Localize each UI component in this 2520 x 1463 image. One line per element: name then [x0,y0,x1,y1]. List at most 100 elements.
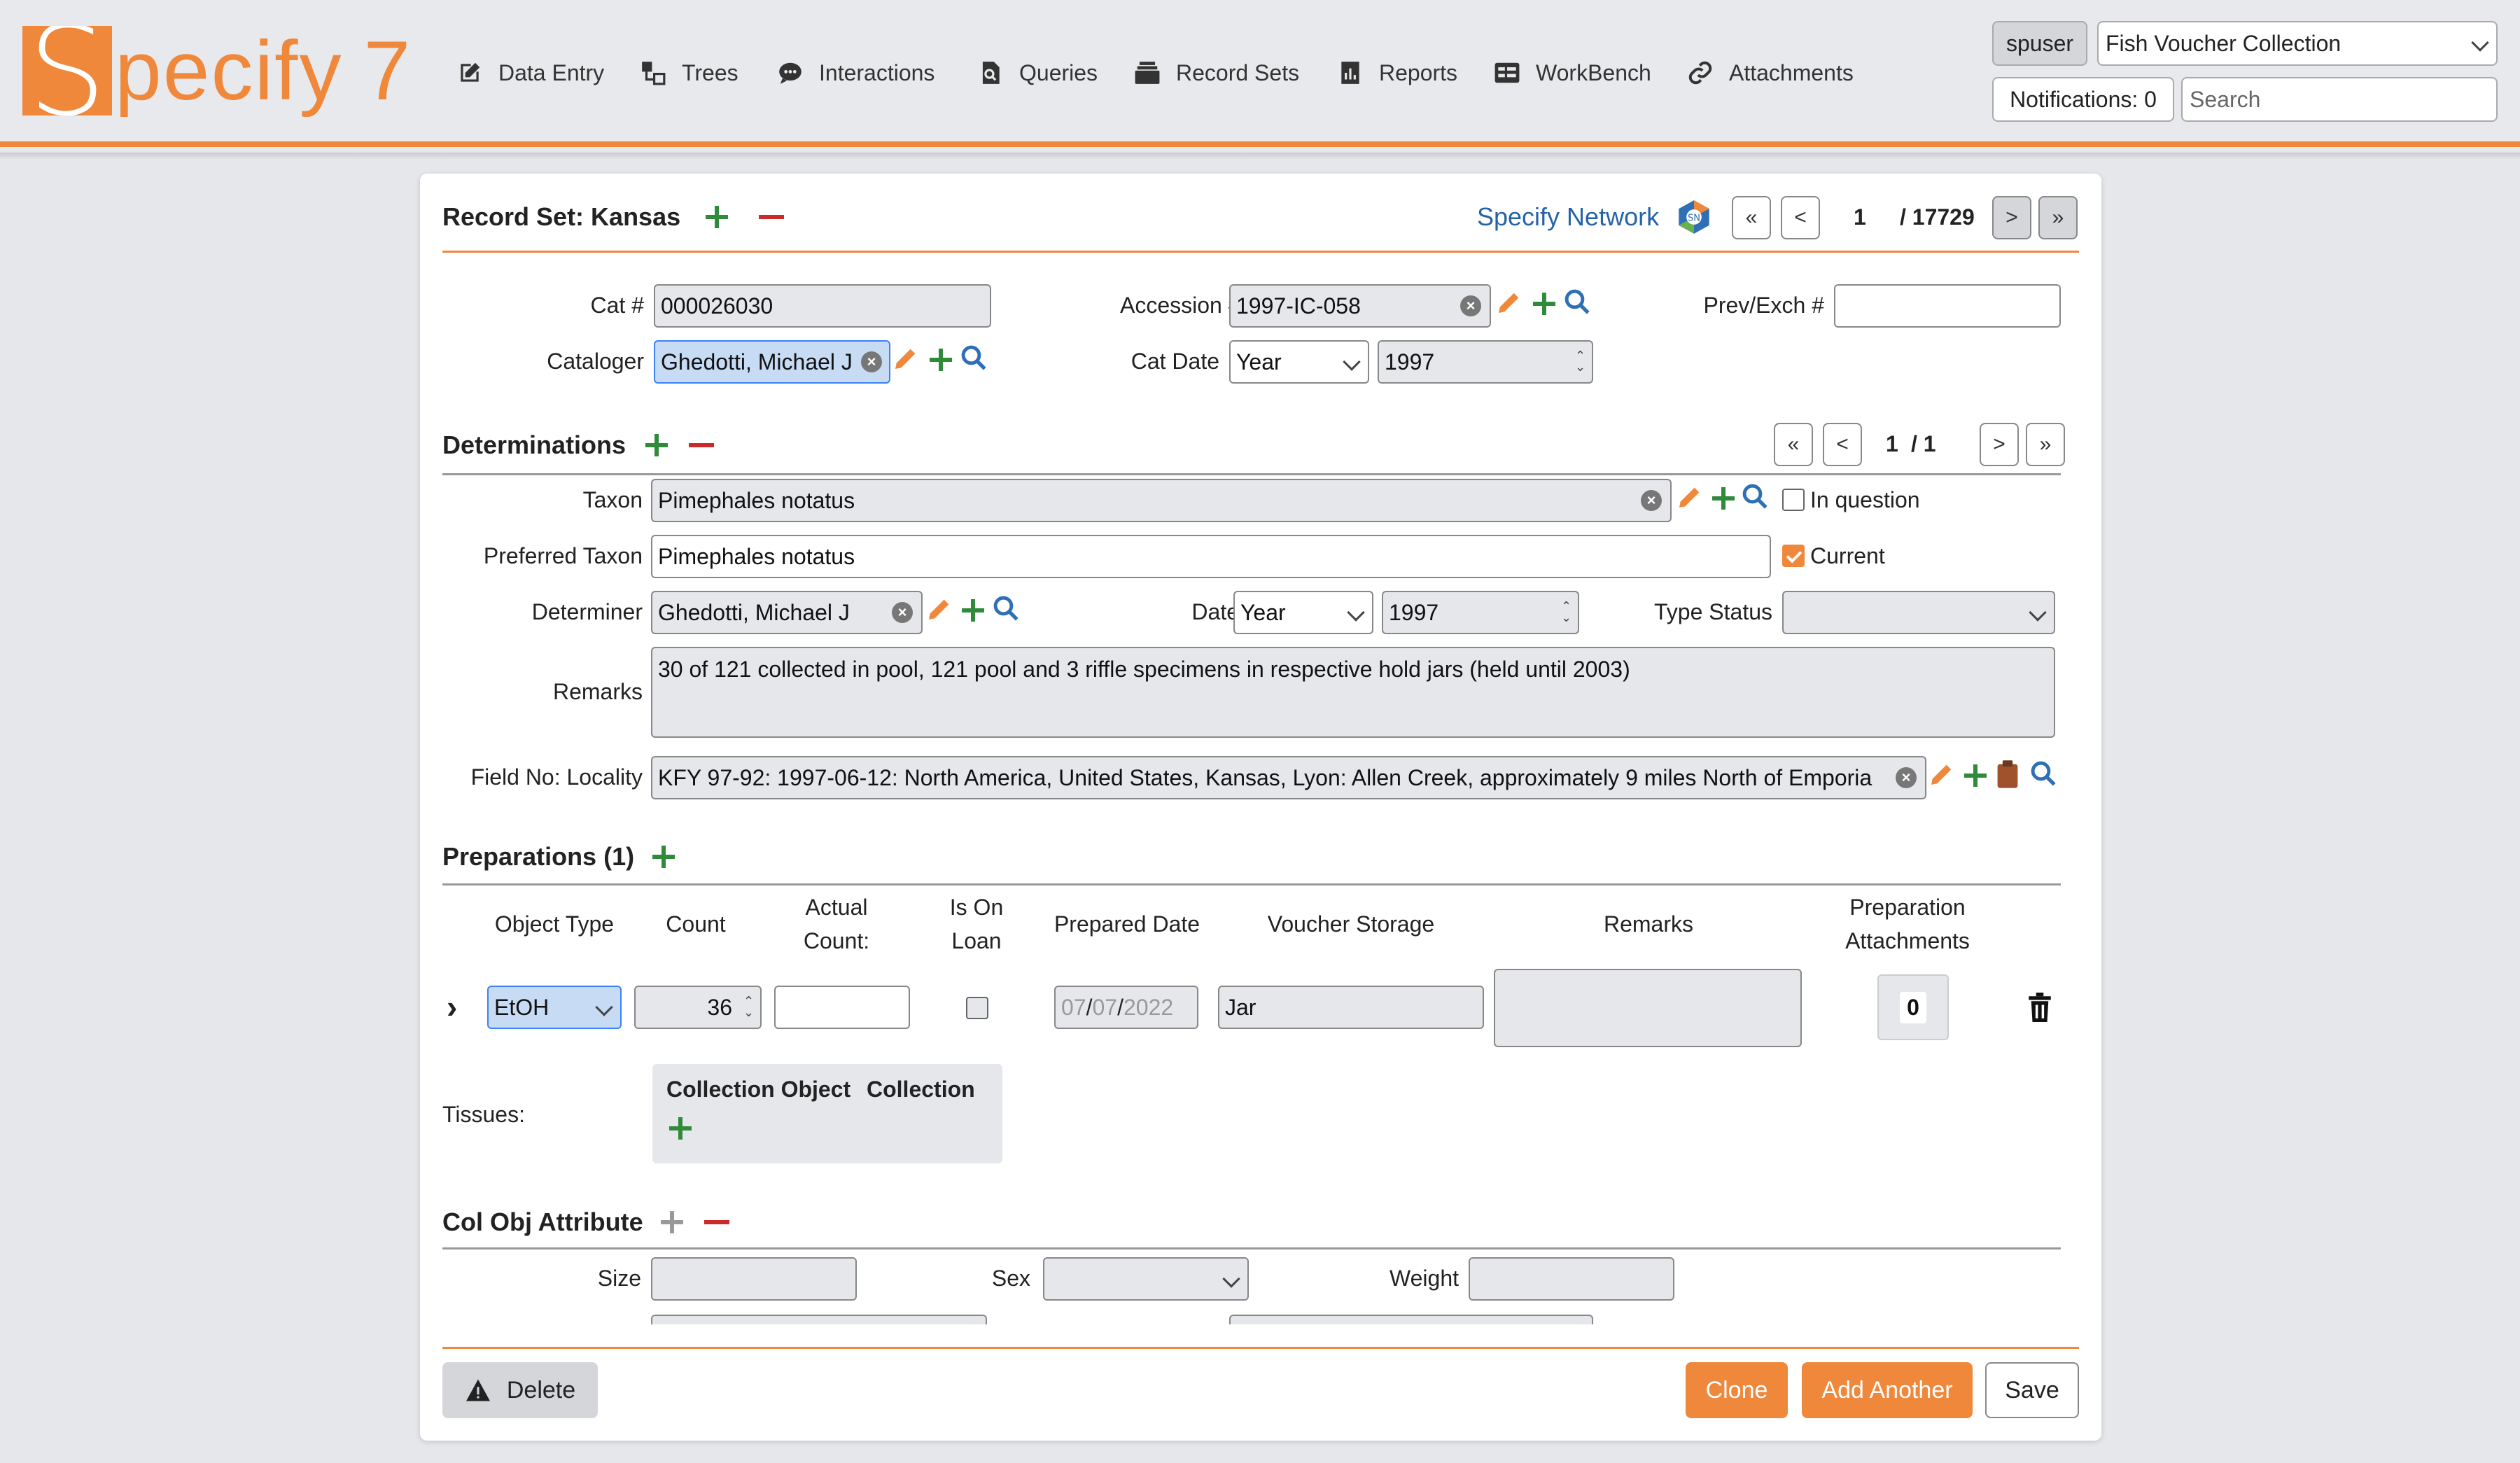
nav-label: Record Sets [1176,59,1300,85]
prev-exch-field[interactable] [1834,284,2061,328]
clipboard-icon[interactable] [1995,759,2020,795]
specify-network-icon[interactable]: SN [1676,199,1712,235]
remove-determination-icon[interactable] [687,431,715,459]
cataloger-field[interactable]: Ghedotti, Michael J × [654,340,890,384]
add-attribute-icon[interactable] [658,1208,686,1236]
in-question-checkbox[interactable] [1782,489,1805,511]
clear-icon[interactable]: × [1641,490,1662,511]
add-record-icon[interactable] [703,203,731,231]
nav-interactions[interactable]: Interactions [777,56,934,90]
next-record-button[interactable]: > [1992,196,2031,239]
edit-pencil-icon[interactable] [925,595,953,629]
field-no-locality-field[interactable]: KFY 97-92: 1997-06-12: North America, Un… [651,756,1926,799]
collection-select[interactable]: Fish Voucher Collection [2097,21,2498,66]
nav-workbench[interactable]: WorkBench [1494,56,1651,90]
date-year-field[interactable]: 1997 ⌃ ⌄ [1382,591,1579,634]
prepared-date-field[interactable]: 07/07/2022 [1054,986,1198,1029]
clear-icon[interactable]: × [892,602,913,623]
delete-button[interactable]: Delete [442,1362,598,1418]
trash-icon[interactable] [2027,993,2052,1028]
edit-pencil-icon[interactable] [1928,760,1956,794]
search-icon[interactable] [1562,287,1592,322]
search-input[interactable]: Search [2181,77,2498,122]
type-status-select[interactable] [1782,591,2055,634]
edit-pencil-icon[interactable] [1495,288,1523,322]
nav-reports[interactable]: Reports [1337,56,1457,90]
nav-record-sets[interactable]: Record Sets [1134,56,1299,90]
nav-queries[interactable]: Queries [977,56,1098,90]
current-checkbox[interactable] [1782,545,1805,567]
remove-record-icon[interactable] [757,203,785,231]
remove-attribute-icon[interactable] [703,1208,731,1236]
add-accession-icon[interactable] [1530,290,1558,318]
col-obj-attribute-title: Col Obj Attribute [442,1208,643,1236]
prep-attachments-count: 0 [1900,991,1926,1023]
previous-record-button[interactable]: < [1781,196,1820,239]
search-icon[interactable] [991,594,1021,629]
nav-label: Interactions [819,59,935,85]
weight-field[interactable] [1469,1257,1674,1301]
add-cataloger-icon[interactable] [927,346,955,374]
add-another-button[interactable]: Add Another [1802,1362,1973,1418]
is-on-loan-checkbox[interactable] [966,997,988,1019]
expand-row-icon[interactable]: › [447,990,457,1023]
add-preparation-icon[interactable] [650,843,678,871]
taxon-field[interactable]: Pimephales notatus × [651,479,1672,522]
spinner-icon[interactable]: ⌃ ⌄ [743,995,754,1021]
clear-icon[interactable]: × [861,351,882,372]
prep-remarks-textarea[interactable] [1494,969,1802,1047]
spinner-icon[interactable]: ⌃ ⌄ [1561,600,1572,626]
chevron-down-icon [2471,34,2489,52]
clone-button[interactable]: Clone [1686,1362,1788,1418]
partial-field[interactable] [1229,1315,1593,1324]
add-determiner-icon[interactable] [959,596,987,624]
clear-icon[interactable]: × [1460,295,1481,316]
notifications-button[interactable]: Notifications: 0 [1992,77,2174,122]
nav-attachments[interactable]: Attachments [1687,56,1854,90]
preferred-taxon-field[interactable]: Pimephales notatus [651,535,1771,578]
first-determination-button[interactable]: « [1774,423,1813,466]
app-header: S pecify 7 Data Entry Trees Interactions… [0,0,2520,147]
edit-pencil-icon[interactable] [892,344,920,378]
date-precision-select[interactable]: Year [1233,591,1373,634]
last-determination-button[interactable]: » [2026,423,2065,466]
first-record-button[interactable]: « [1732,196,1771,239]
spinner-icon[interactable]: ⌃ ⌄ [1575,349,1586,375]
accession-field[interactable]: 1997-IC-058 × [1229,284,1491,328]
edit-pencil-icon[interactable] [1676,483,1704,517]
search-icon[interactable] [1740,482,1770,517]
clear-icon[interactable]: × [1896,767,1917,788]
col-actual-count-1: Actual [805,895,868,920]
specify-network-link[interactable]: Specify Network [1477,200,1659,234]
partial-field[interactable] [651,1315,987,1324]
actual-count-field[interactable] [774,986,910,1029]
add-determination-icon[interactable] [643,431,671,459]
count-field[interactable]: 36 ⌃ ⌄ [634,986,762,1029]
specify-logo[interactable]: S pecify 7 [22,25,410,116]
form-card: Record Set: Kansas Specify Network SN « … [420,174,2101,1441]
size-field[interactable] [651,1257,857,1301]
remarks-textarea[interactable]: 30 of 121 collected in pool, 121 pool an… [651,647,2055,738]
add-tissue-icon[interactable] [666,1114,694,1142]
cat-number-field[interactable]: 000026030 [654,284,991,328]
sex-select[interactable] [1043,1257,1249,1301]
cat-date-year-field[interactable]: 1997 ⌃ ⌄ [1378,340,1593,384]
cat-date-precision-select[interactable]: Year [1229,340,1369,384]
next-determination-button[interactable]: > [1980,423,2019,466]
previous-determination-button[interactable]: < [1823,423,1862,466]
attribute-divider [442,1247,2061,1250]
nav-trees[interactable]: Trees [640,56,738,90]
nav-data-entry[interactable]: Data Entry [456,56,604,90]
voucher-storage-field[interactable]: Jar [1218,986,1484,1029]
notifications-label: Notifications: 0 [2010,86,2157,112]
object-type-select[interactable]: EtOH [487,986,622,1029]
save-button[interactable]: Save [1985,1362,2079,1418]
search-icon[interactable] [959,343,988,378]
search-icon[interactable] [2029,759,2058,794]
prep-attachments-button[interactable]: 0 [1877,974,1949,1040]
add-locality-icon[interactable] [1961,762,1989,790]
add-taxon-icon[interactable] [1709,484,1737,512]
last-record-button[interactable]: » [2038,196,2078,239]
determiner-field[interactable]: Ghedotti, Michael J × [651,591,923,634]
user-button[interactable]: spuser [1992,21,2087,66]
